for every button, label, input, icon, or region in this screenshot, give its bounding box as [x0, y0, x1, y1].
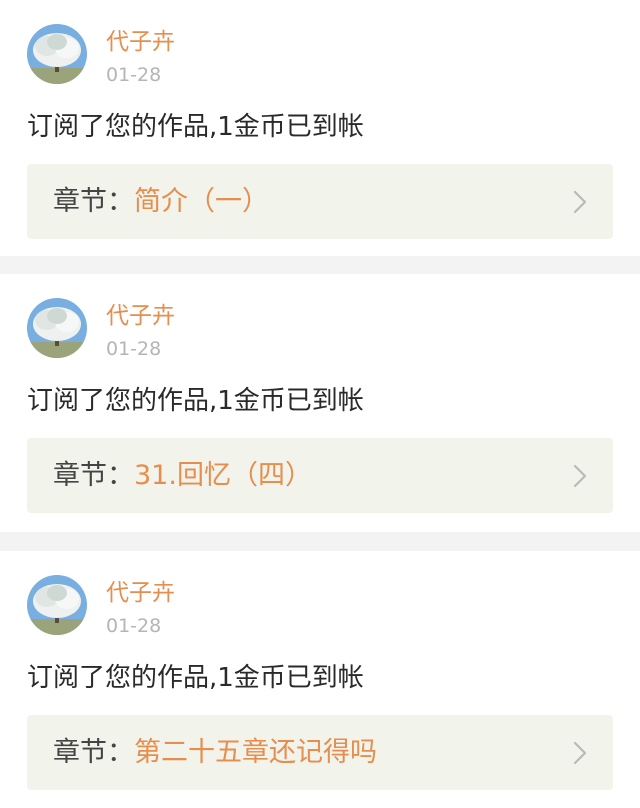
notification-message: 订阅了您的作品,1金币已到帐: [27, 112, 364, 142]
avatar[interactable]: [27, 298, 87, 358]
avatar[interactable]: [27, 575, 87, 635]
notification-card: 代子卉 01-28 订阅了您的作品,1金币已到帐 章节：简介（一）: [0, 0, 640, 256]
notification-message: 订阅了您的作品,1金币已到帐: [27, 386, 364, 416]
username[interactable]: 代子卉: [106, 27, 175, 57]
chapter-label: 章节：: [53, 460, 134, 491]
chapter-link[interactable]: 章节：第二十五章还记得吗: [27, 715, 613, 790]
chapter-label: 章节：: [53, 737, 134, 768]
notification-card: 代子卉 01-28 订阅了您的作品,1金币已到帐 章节：31.回忆（四）: [0, 274, 640, 532]
chapter-link[interactable]: 章节：简介（一）: [27, 164, 613, 239]
username[interactable]: 代子卉: [106, 301, 175, 331]
tree-photo-icon: [27, 298, 87, 358]
notification-card: 代子卉 01-28 订阅了您的作品,1金币已到帐 章节：第二十五章还记得吗: [0, 551, 640, 808]
chapter-label: 章节：: [53, 186, 134, 217]
tree-photo-icon: [27, 24, 87, 84]
chapter-text: 章节：第二十五章还记得吗: [53, 715, 377, 790]
chevron-right-icon: [573, 190, 587, 214]
chapter-title: 简介（一）: [134, 186, 269, 217]
chapter-link[interactable]: 章节：31.回忆（四）: [27, 438, 613, 513]
timestamp: 01-28: [106, 615, 162, 637]
chevron-right-icon: [573, 741, 587, 765]
username[interactable]: 代子卉: [106, 578, 175, 608]
chapter-title: 第二十五章还记得吗: [134, 737, 377, 768]
tree-photo-icon: [27, 575, 87, 635]
chapter-text: 章节：简介（一）: [53, 164, 269, 239]
chapter-text: 章节：31.回忆（四）: [53, 438, 312, 513]
timestamp: 01-28: [106, 64, 162, 86]
notification-message: 订阅了您的作品,1金币已到帐: [27, 663, 364, 693]
chevron-right-icon: [573, 464, 587, 488]
chapter-title: 31.回忆（四）: [134, 460, 312, 491]
avatar[interactable]: [27, 24, 87, 84]
timestamp: 01-28: [106, 338, 162, 360]
